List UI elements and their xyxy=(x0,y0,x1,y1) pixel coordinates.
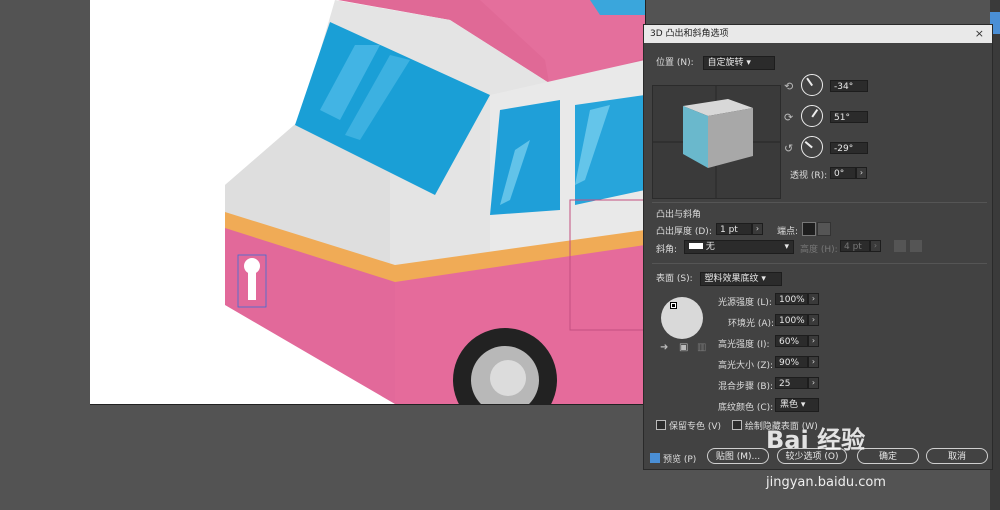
rotate-x-field[interactable]: -34° xyxy=(830,80,868,92)
rotate-x-icon: ⟲ xyxy=(784,80,794,93)
lighting-sphere[interactable] xyxy=(661,297,703,339)
close-icon[interactable]: × xyxy=(975,25,984,43)
preview-checkbox[interactable] xyxy=(650,453,660,463)
highlight-intensity-arrow[interactable]: › xyxy=(808,335,819,347)
perspective-arrow[interactable]: › xyxy=(856,167,867,179)
bevel-value: 无 xyxy=(705,242,715,252)
preserve-spot-label: 保留专色 (V) xyxy=(669,422,722,432)
height-arrow: › xyxy=(870,240,881,252)
shading-color-label: 底纹颜色 (C): xyxy=(718,403,774,413)
rotate-x-dial[interactable] xyxy=(801,74,823,96)
move-light-back-icon[interactable]: ➜ xyxy=(660,342,668,353)
position-label: 位置 (N): xyxy=(656,58,694,68)
cube-preview[interactable] xyxy=(652,85,781,199)
shading-color-value: 黑色 xyxy=(780,400,799,410)
highlight-size-arrow[interactable]: › xyxy=(808,356,819,368)
extrude-depth-label: 凸出厚度 (D): xyxy=(656,227,712,237)
rotate-z-icon: ↺ xyxy=(784,142,794,155)
highlight-intensity-field[interactable]: 60% xyxy=(775,335,808,347)
rotate-y-icon: ⟳ xyxy=(784,111,794,124)
height-field: 4 pt xyxy=(840,240,870,252)
watermark-url: jingyan.baidu.com xyxy=(766,475,886,490)
watermark-logo-text: Bai 经验 xyxy=(766,426,866,454)
highlight-size-label: 高光大小 (Z): xyxy=(718,361,774,371)
delete-light-icon: ▥ xyxy=(697,342,707,353)
new-light-icon[interactable]: ▣ xyxy=(679,342,688,353)
cube-icon[interactable] xyxy=(653,86,780,198)
3d-extrude-bevel-dialog: 3D 凸出和斜角选项 × 位置 (N): 自定旋转 ▾ ⟲ -34° ⟳ 51°… xyxy=(643,24,993,470)
rotate-z-dial[interactable] xyxy=(801,136,823,158)
perspective-field[interactable]: 0° xyxy=(830,167,856,179)
ambient-field[interactable]: 100% xyxy=(775,314,808,326)
baidu-watermark-logo: Bai 经验 xyxy=(766,420,865,455)
highlight-size-field[interactable]: 90% xyxy=(775,356,808,368)
bevel-out-icon xyxy=(894,240,906,252)
bevel-select[interactable]: 无 ▾ xyxy=(684,240,794,254)
highlight-intensity-label: 高光强度 (I): xyxy=(718,340,770,350)
draw-hidden-checkbox[interactable] xyxy=(731,420,742,430)
surface-label: 表面 (S): xyxy=(656,274,693,284)
truck-illustration[interactable] xyxy=(90,0,645,404)
dialog-titlebar[interactable]: 3D 凸出和斜角选项 × xyxy=(644,25,992,43)
rotate-y-dial[interactable] xyxy=(801,105,823,127)
rotate-y-field[interactable]: 51° xyxy=(830,111,868,123)
light-source-handle[interactable] xyxy=(670,302,677,309)
blend-steps-label: 混合步骤 (B): xyxy=(718,382,774,392)
surface-select[interactable]: 塑料效果底纹 ▾ xyxy=(699,272,782,286)
extrude-depth-field[interactable]: 1 pt xyxy=(716,223,752,235)
artboard[interactable] xyxy=(90,0,646,405)
shading-color-select[interactable]: 黑色 ▾ xyxy=(775,398,819,412)
perspective-label: 透视 (R): xyxy=(790,171,828,181)
cap-label: 端点: xyxy=(777,227,799,237)
position-select[interactable]: 自定旋转 ▾ xyxy=(702,56,775,70)
height-label: 高度 (H): xyxy=(800,245,838,255)
light-intensity-label: 光源强度 (L): xyxy=(718,298,772,308)
cap-on-icon[interactable] xyxy=(802,222,816,236)
ok-button[interactable]: 确定 xyxy=(857,448,919,464)
dialog-title: 3D 凸出和斜角选项 xyxy=(650,29,729,39)
rotate-z-field[interactable]: -29° xyxy=(830,142,868,154)
divider xyxy=(652,263,987,264)
blend-steps-arrow[interactable]: › xyxy=(808,377,819,389)
surface-value: 塑料效果底纹 xyxy=(704,274,759,284)
position-value: 自定旋转 xyxy=(707,58,744,68)
preview-label: 预览 (P) xyxy=(663,455,697,465)
light-intensity-arrow[interactable]: › xyxy=(808,293,819,305)
blend-steps-field[interactable]: 25 xyxy=(775,377,808,389)
cancel-button[interactable]: 取消 xyxy=(926,448,988,464)
extrude-depth-arrow[interactable]: › xyxy=(752,223,763,235)
map-button[interactable]: 贴图 (M)... xyxy=(707,448,769,464)
divider xyxy=(652,202,987,203)
bevel-in-icon xyxy=(910,240,922,252)
light-intensity-field[interactable]: 100% xyxy=(775,293,808,305)
ambient-arrow[interactable]: › xyxy=(808,314,819,326)
preserve-spot-checkbox[interactable] xyxy=(656,420,666,430)
ambient-label: 环境光 (A): xyxy=(728,319,775,329)
cap-off-icon[interactable] xyxy=(817,222,831,236)
extrude-section-title: 凸出与斜角 xyxy=(656,210,702,220)
bevel-label: 斜角: xyxy=(656,245,678,255)
